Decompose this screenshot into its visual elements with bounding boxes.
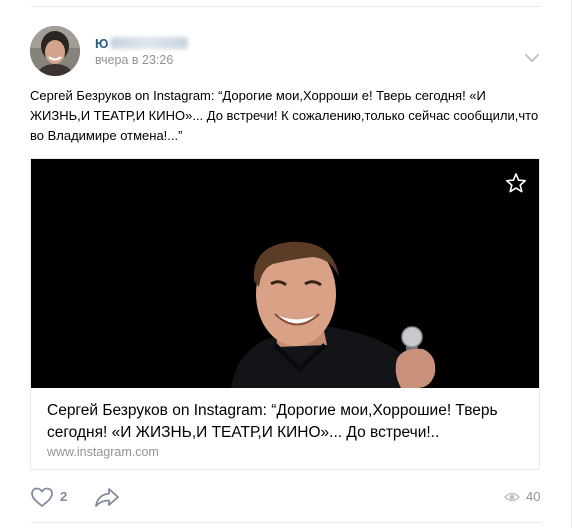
author-name-blurred <box>110 37 189 49</box>
star-icon[interactable] <box>505 172 527 194</box>
author-name[interactable]: Ю <box>95 35 189 51</box>
avatar-photo <box>30 26 80 76</box>
chevron-down-icon[interactable] <box>524 52 540 64</box>
author-name-initial: Ю <box>95 35 109 51</box>
link-attachment[interactable]: Сергей Безруков on Instagram: “Дорогие м… <box>30 158 540 470</box>
link-photo <box>31 159 539 388</box>
link-url[interactable]: www.instagram.com <box>47 445 159 459</box>
divider <box>31 6 541 7</box>
post-time[interactable]: вчера в 23:26 <box>95 53 173 67</box>
post-actions: 2 40 <box>30 483 540 511</box>
divider <box>31 522 541 523</box>
like-count: 2 <box>60 489 68 504</box>
eye-icon <box>504 492 520 502</box>
link-title[interactable]: Сергей Безруков on Instagram: “Дорогие м… <box>47 400 525 444</box>
post-text: Сергей Безруков on Instagram: “Дорогие м… <box>30 88 539 143</box>
post-card: Ю вчера в 23:26 Сергей Безруков on Insta… <box>0 0 572 528</box>
link-image[interactable] <box>31 159 539 388</box>
view-count: 40 <box>526 489 541 504</box>
share-arrow-icon[interactable] <box>94 486 120 508</box>
heart-icon[interactable] <box>30 486 54 508</box>
avatar[interactable] <box>30 26 80 76</box>
